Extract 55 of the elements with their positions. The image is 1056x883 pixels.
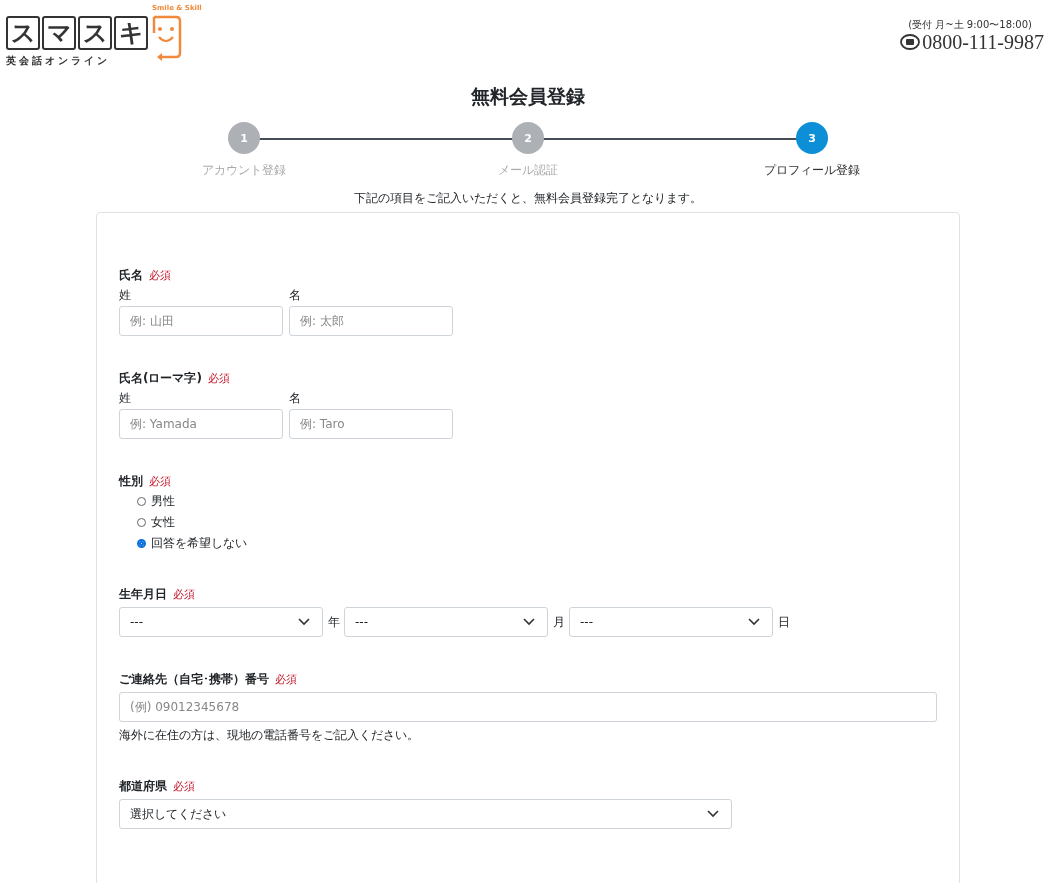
unit-label: 年 — [328, 613, 340, 631]
logo-subtitle: 英会話オンライン — [6, 54, 111, 68]
text-input[interactable]: 例: Taro — [289, 409, 453, 439]
field-label: 都道府県 — [119, 778, 167, 795]
chevron-down-icon — [707, 810, 719, 818]
smile-face-icon — [150, 15, 182, 63]
field-label: ご連絡先（自宅･携帯）番号 — [119, 671, 269, 688]
intro-text: 下記の項目をご記入いただくと、無料会員登録完了となります。 — [353, 190, 703, 206]
required-tag: 必須 — [207, 371, 230, 386]
field-label: 姓 — [119, 390, 132, 407]
radio-label: 回答を希望しない — [151, 535, 247, 552]
radio-button[interactable] — [137, 539, 146, 548]
radio-label: 女性 — [151, 514, 175, 531]
field-label: 性別 — [119, 473, 143, 490]
field-label: 姓 — [119, 287, 132, 304]
logo-tile: ス — [6, 16, 40, 50]
required-tag: 必須 — [149, 268, 171, 283]
field-label: 生年月日 — [119, 586, 167, 603]
dropdown[interactable]: --- — [569, 607, 773, 637]
required-tag: 必須 — [173, 587, 195, 602]
dropdown[interactable]: --- — [119, 607, 323, 637]
radio-button[interactable] — [137, 518, 146, 527]
dropdown[interactable]: --- — [344, 607, 548, 637]
text-input[interactable]: 例: 山田 — [119, 306, 283, 336]
text-input[interactable]: 例: Yamada — [119, 409, 283, 439]
step-indicator: 1 — [228, 122, 260, 154]
radio-label: 男性 — [151, 493, 175, 510]
step-indicator: 3 — [796, 122, 828, 154]
step-label: メール認証 — [498, 162, 558, 179]
field-label: 名 — [289, 390, 302, 407]
phone-input[interactable]: (例) 09012345678 — [119, 692, 937, 722]
help-text: 海外に在住の方は、現地の電話番号をご記入ください。 — [119, 727, 420, 744]
logo-tile: ス — [78, 16, 112, 50]
field-label: 名 — [289, 287, 302, 304]
phone-number: 0800-111-9987 — [922, 32, 1044, 52]
chevron-down-icon — [523, 618, 535, 626]
required-tag: 必須 — [149, 474, 171, 489]
unit-label: 月 — [553, 613, 565, 631]
logo-tile: マ — [42, 16, 76, 50]
unit-label: 日 — [778, 613, 790, 631]
radio-button[interactable] — [137, 497, 146, 506]
dropdown[interactable]: 選択してください — [119, 799, 732, 829]
step-label: プロフィール登録 — [764, 162, 860, 179]
logo-tile: キ — [114, 16, 148, 50]
step-label: アカウント登録 — [202, 162, 286, 179]
required-tag: 必須 — [173, 779, 195, 794]
required-tag: 必須 — [275, 672, 297, 687]
chevron-down-icon — [748, 618, 760, 626]
step-indicator: 2 — [512, 122, 544, 154]
page-title: 無料会員登録 — [470, 84, 586, 109]
text-input[interactable]: 例: 太郎 — [289, 306, 453, 336]
field-label: 氏名(ローマ字) — [119, 370, 202, 387]
chevron-down-icon — [298, 618, 310, 626]
office-hours: (受付 月~土 9:00〜18:00) — [908, 18, 1032, 32]
field-label: 氏名 — [119, 267, 143, 284]
